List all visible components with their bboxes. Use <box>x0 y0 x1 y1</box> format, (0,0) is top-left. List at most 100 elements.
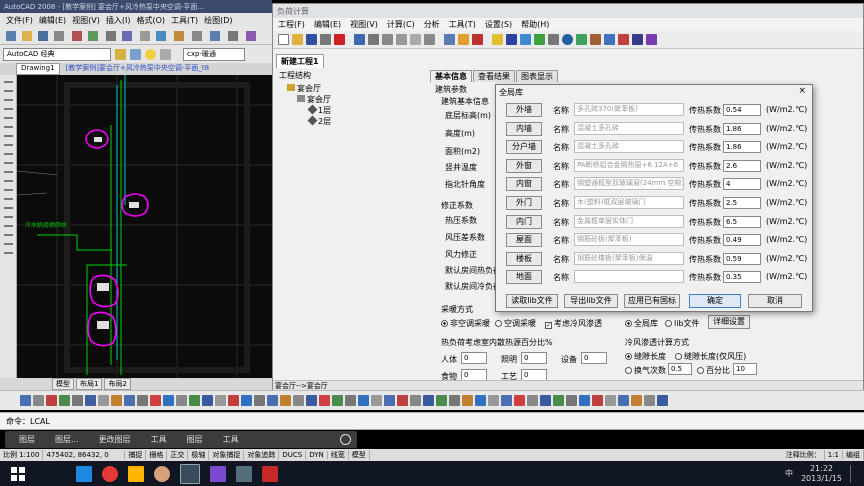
tool-icon[interactable] <box>527 395 538 406</box>
radio-dot[interactable] <box>625 320 632 327</box>
percent-input[interactable]: 10 <box>733 363 757 375</box>
ax-icon[interactable] <box>632 34 643 45</box>
close-icon[interactable] <box>334 34 345 45</box>
tree-floor-1[interactable]: 1层 <box>307 104 331 116</box>
show-desktop[interactable] <box>850 464 858 483</box>
construction-name-field[interactable]: 木(塑料)框双层玻璃门 <box>574 196 684 209</box>
float-tools[interactable]: 工具 <box>151 434 167 445</box>
export-icon[interactable] <box>576 34 587 45</box>
radio-dot[interactable] <box>665 320 672 327</box>
star-icon[interactable] <box>492 34 503 45</box>
tool-icon[interactable] <box>98 395 109 406</box>
tree-building[interactable]: 宴会厅 <box>297 94 331 105</box>
tool-icon[interactable] <box>371 395 382 406</box>
tool-icon[interactable] <box>605 395 616 406</box>
tool-icon[interactable] <box>215 395 226 406</box>
print-icon[interactable] <box>320 34 331 45</box>
tool-icon[interactable] <box>59 395 70 406</box>
radio-air-change[interactable]: 换气次数 <box>625 365 666 376</box>
menu-insert[interactable]: 插入(I) <box>106 15 131 25</box>
doc-tab[interactable]: 新建工程1 <box>276 54 324 68</box>
drawing-canvas[interactable]: 冷水机组供回水 <box>17 75 272 378</box>
command-line[interactable]: 命令：LCAL <box>0 412 864 430</box>
radio-percent[interactable]: 百分比 <box>697 365 730 376</box>
tab-chart[interactable]: 图表显示 <box>516 70 558 82</box>
radio-dot[interactable] <box>675 353 682 360</box>
globe-icon[interactable] <box>562 34 573 45</box>
dialog-close-icon[interactable]: × <box>798 86 806 96</box>
lock-icon[interactable] <box>160 48 171 60</box>
app-menu-settings[interactable]: 设置(S) <box>485 19 512 30</box>
tool-icon[interactable] <box>137 395 148 406</box>
construction-name-field[interactable]: 钢筋砼板(聚苯板) <box>574 233 684 247</box>
save-icon[interactable] <box>306 34 317 45</box>
bulb-icon[interactable] <box>145 48 156 60</box>
radio-dot[interactable] <box>625 353 632 360</box>
avatar-icon[interactable] <box>154 465 170 482</box>
tool-icon[interactable] <box>150 395 161 406</box>
menu-tools[interactable]: 工具(T) <box>171 15 198 25</box>
construction-name-field[interactable]: 金属框单层实体门 <box>574 214 684 228</box>
coef-input[interactable]: 0.35 <box>723 271 761 284</box>
tool-icon[interactable] <box>345 395 356 406</box>
bar-chart-icon[interactable] <box>618 34 629 45</box>
status-polar[interactable]: 极轴 <box>188 450 210 460</box>
folder-icon[interactable] <box>128 465 144 482</box>
grid-icon[interactable] <box>506 34 517 45</box>
radio-ac[interactable]: 空调采暖 <box>495 318 536 329</box>
import-icon[interactable] <box>590 34 601 45</box>
construction-type-button[interactable]: 外窗 <box>506 158 542 173</box>
status-lwt[interactable]: 线宽 <box>328 450 349 460</box>
radio-dot[interactable] <box>495 320 502 327</box>
app-menu-view[interactable]: 视图(V) <box>350 19 378 30</box>
app-menu-project[interactable]: 工程(F) <box>278 19 305 30</box>
construction-name-field[interactable]: 混凝土多孔砖 <box>574 121 684 135</box>
tool-icon[interactable] <box>449 395 460 406</box>
app-icon[interactable] <box>236 465 252 482</box>
apply-standard-button[interactable]: 应用已有国标 <box>624 294 680 308</box>
air-change-input[interactable]: 0.5 <box>668 363 692 375</box>
tree-floor-2[interactable]: 2层 <box>307 115 331 127</box>
construction-name-field[interactable] <box>574 270 684 284</box>
status-otrack[interactable]: 对象追踪 <box>244 450 280 460</box>
calc-icon[interactable] <box>458 34 469 45</box>
tool-icon[interactable] <box>501 395 512 406</box>
power-icon[interactable] <box>340 434 351 445</box>
tool-icon[interactable] <box>423 395 434 406</box>
coef-input[interactable]: 2.5 <box>723 197 761 209</box>
tool-icon[interactable] <box>306 395 317 406</box>
browser-icon[interactable] <box>102 465 118 482</box>
tool-icon[interactable] <box>111 395 122 406</box>
cut-icon[interactable] <box>382 34 393 45</box>
menu-file[interactable]: 文件(F) <box>6 15 33 25</box>
tool-icon[interactable] <box>163 395 174 406</box>
construction-type-button[interactable]: 楼板 <box>506 251 542 266</box>
coef-input[interactable]: 0.54 <box>723 104 761 116</box>
tab-layout2[interactable]: 布局2 <box>104 378 131 390</box>
app-menu-tools[interactable]: 工具(T) <box>449 19 476 30</box>
wall-icon[interactable] <box>472 34 483 45</box>
coef-input[interactable]: 0.59 <box>723 252 761 265</box>
float-tools2[interactable]: 工具 <box>223 434 239 445</box>
float-layer[interactable]: 图层 <box>19 434 35 445</box>
tool-icon[interactable] <box>176 395 187 406</box>
tool-icon[interactable] <box>384 395 395 406</box>
tool-icon[interactable] <box>72 395 83 406</box>
check-infiltration[interactable]: ✓ 考虑冷风渗透 <box>545 318 602 329</box>
radio-global-lib[interactable]: 全局库 <box>625 318 658 329</box>
construction-name-field[interactable]: 混凝土多孔砖 <box>574 140 684 154</box>
app-menu-analysis[interactable]: 分析 <box>424 19 440 30</box>
tool-icon[interactable] <box>293 395 304 406</box>
open-icon[interactable] <box>292 34 303 45</box>
tool-icon[interactable] <box>20 395 31 406</box>
equipment-input[interactable]: 0 <box>581 352 607 364</box>
draw-toolbar-vertical[interactable] <box>0 75 17 380</box>
detail-settings-button[interactable]: 详细设置 <box>708 315 750 329</box>
read-lib-button[interactable]: 读取lib文件 <box>506 294 558 308</box>
tab-model[interactable]: 模型 <box>52 378 74 390</box>
construction-name-field[interactable]: 钢塑通框型双玻璃窗(24mm 空隙) <box>574 177 684 191</box>
workspace-combo[interactable]: AutoCAD 经典 <box>3 47 111 61</box>
tool-icon[interactable] <box>319 395 330 406</box>
tool-icon[interactable] <box>85 395 96 406</box>
float-change-layer[interactable]: 更改图层 <box>99 434 131 445</box>
